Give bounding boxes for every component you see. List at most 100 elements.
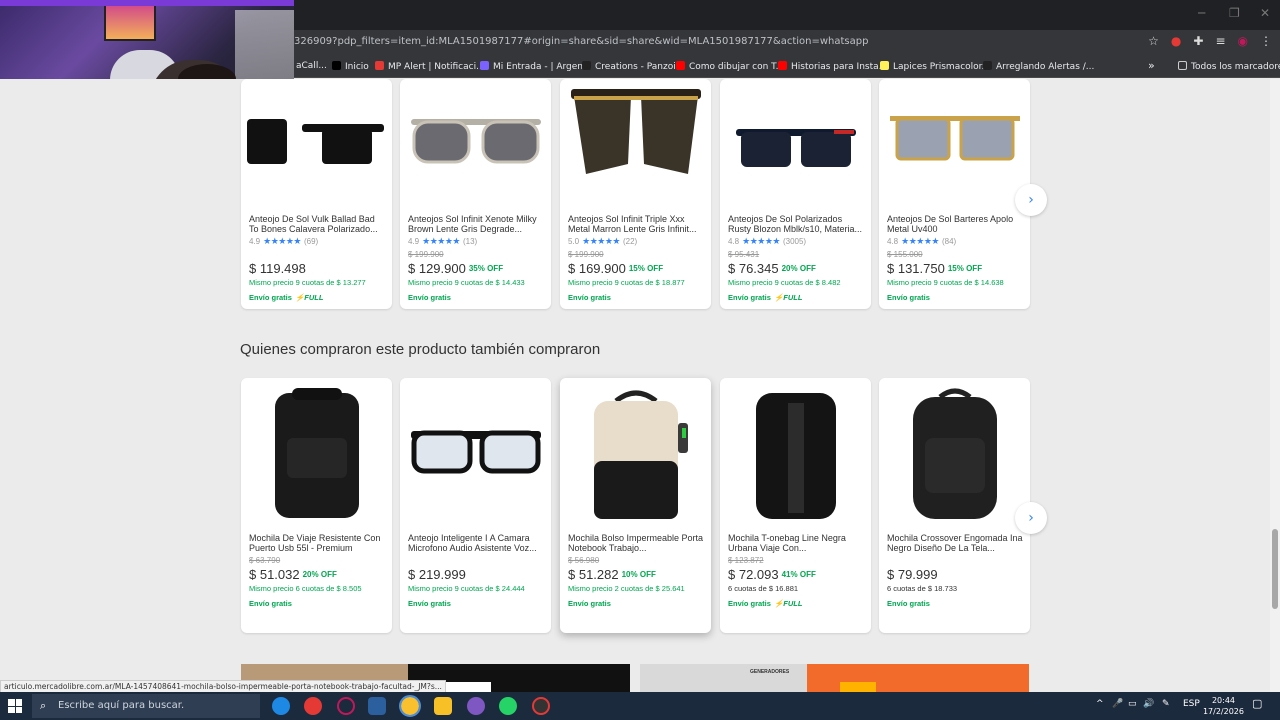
taskbar-search-input[interactable]: ⌕ Escribe aquí para buscar. — [32, 694, 260, 718]
x-icon — [332, 61, 341, 70]
more-bookmarks-chevron-icon[interactable]: » — [1148, 59, 1155, 72]
bookmark-item[interactable]: Como dibujar con T... — [676, 61, 784, 72]
product-price: $ 131.750 15% OFF — [887, 261, 983, 276]
bookmark-item[interactable]: MP Alert | Notificaci... — [375, 61, 485, 72]
volume-icon[interactable]: 🔊 — [1143, 699, 1154, 709]
product-image — [560, 378, 711, 528]
maximize-icon[interactable]: ❐ — [1229, 6, 1240, 20]
product-installments: Mismo precio 2 cuotas de $ 25.641 — [568, 584, 685, 593]
bookmark-item[interactable]: Historias para Insta... — [778, 61, 887, 72]
discord-icon[interactable] — [467, 697, 485, 715]
product-card[interactable]: Anteojo De Sol Vulk Ballad Bad To Bones … — [241, 79, 392, 309]
microphone-icon[interactable]: 🎤 — [1112, 699, 1123, 709]
pen-icon[interactable]: ✎ — [1162, 699, 1170, 709]
profile-avatar-icon[interactable]: ◉ — [1238, 34, 1248, 48]
product-card[interactable]: Anteojo Inteligente I A Camara Microfono… — [400, 378, 551, 633]
youtube-icon — [778, 61, 787, 70]
product-title[interactable]: Anteojos Sol Infinit Triple Xxx Metal Ma… — [568, 214, 705, 234]
product-shipping: Envío gratis — [568, 599, 611, 608]
product-shipping: Envío gratis ⚡FULL — [728, 293, 803, 302]
star-rating-icon: ★★★★★ — [901, 236, 939, 246]
product-rating: 4.8 ★★★★★ (84) — [887, 236, 957, 246]
product-title[interactable]: Anteojos De Sol Polarizados Rusty Blozon… — [728, 214, 865, 234]
product-card[interactable]: Mochila Crossover Engomada Ina Negro Dis… — [879, 378, 1030, 633]
product-image — [720, 79, 871, 209]
opera-gx-icon[interactable] — [337, 697, 355, 715]
extensions-puzzle-icon[interactable]: ✚ — [1193, 34, 1203, 48]
product-card[interactable]: Anteojos De Sol Barteres Apolo Metal Uv4… — [879, 79, 1030, 309]
bookmark-item[interactable]: Lapices Prismacolor... — [880, 61, 990, 72]
bookmark-star-icon[interactable]: ☆ — [1148, 34, 1159, 48]
edge-icon[interactable] — [272, 697, 290, 715]
store-icon[interactable] — [368, 697, 386, 715]
product-installments: Mismo precio 9 cuotas de $ 24.444 — [408, 584, 525, 593]
product-installments: Mismo precio 9 cuotas de $ 8.482 — [728, 278, 841, 287]
media-control-icon[interactable]: ≡ — [1215, 34, 1225, 48]
product-shipping: Envío gratis ⚡FULL — [249, 293, 324, 302]
menu-dots-icon[interactable]: ⋮ — [1260, 34, 1272, 48]
product-installments: 6 cuotas de $ 16.881 — [728, 584, 799, 593]
whatsapp-icon[interactable] — [499, 697, 517, 715]
close-icon[interactable]: ✕ — [1260, 6, 1270, 20]
product-price: $ 219.999 — [408, 567, 466, 582]
star-rating-icon: ★★★★★ — [422, 236, 460, 246]
product-shipping: Envío gratis — [408, 293, 451, 302]
all-bookmarks-folder[interactable]: Todos los marcadores — [1178, 61, 1280, 72]
star-rating-icon: ★★★★★ — [582, 236, 620, 246]
obs-icon[interactable] — [532, 697, 550, 715]
product-card[interactable]: Anteojos Sol Infinit Triple Xxx Metal Ma… — [560, 79, 711, 309]
full-lightning-icon: ⚡FULL — [773, 293, 803, 302]
tray-expand-chevron-icon[interactable]: ^ — [1096, 699, 1104, 709]
product-title[interactable]: Anteojos Sol Infinit Xenote Milky Brown … — [408, 214, 545, 234]
bookmark-item[interactable]: Mi Entrada - | Argen... — [480, 61, 592, 72]
product-image — [241, 79, 392, 209]
opera-icon[interactable] — [304, 697, 322, 715]
panzoid-icon — [582, 61, 591, 70]
ticket-icon — [480, 61, 489, 70]
language-indicator[interactable]: ESP — [1183, 699, 1200, 709]
product-image — [560, 79, 711, 209]
windows-start-icon[interactable] — [8, 699, 22, 713]
product-card[interactable]: Mochila T-onebag Line Negra Urbana Viaje… — [720, 378, 871, 633]
product-rating: 4.9 ★★★★★ (69) — [249, 236, 319, 246]
bookmark-item[interactable]: Creations - Panzoid — [582, 61, 681, 72]
product-title[interactable]: Anteojos De Sol Barteres Apolo Metal Uv4… — [887, 214, 1024, 234]
product-title[interactable]: Anteojo Inteligente I A Camara Microfono… — [408, 533, 545, 553]
page-scrollbar[interactable] — [1270, 79, 1280, 692]
product-title[interactable]: Mochila Crossover Engomada Ina Negro Dis… — [887, 533, 1024, 553]
product-card[interactable]: Mochila De Viaje Resistente Con Puerto U… — [241, 378, 392, 633]
minimize-icon[interactable]: ─ — [1198, 6, 1205, 20]
product-title[interactable]: Mochila T-onebag Line Negra Urbana Viaje… — [728, 533, 865, 553]
product-title[interactable]: Mochila De Viaje Resistente Con Puerto U… — [249, 533, 386, 553]
product-shipping: Envío gratis — [568, 293, 611, 302]
bookmark-item[interactable]: aCall... — [296, 61, 327, 71]
record-extension-icon[interactable]: ● — [1171, 34, 1181, 48]
product-title[interactable]: Anteojo De Sol Vulk Ballad Bad To Bones … — [249, 214, 386, 234]
url-text[interactable]: 326909?pdp_filters=item_id:MLA1501987177… — [294, 36, 868, 47]
carousel-next-chevron-icon[interactable]: › — [1015, 184, 1047, 216]
product-card[interactable]: Mochila Bolso Impermeable Porta Notebook… — [560, 378, 711, 633]
taskbar-clock[interactable]: 20:44 17/2/2026 — [1203, 695, 1244, 717]
product-title[interactable]: Mochila Bolso Impermeable Porta Notebook… — [568, 533, 705, 553]
promo-banner[interactable]: GENERADORES — [640, 664, 1029, 692]
bookmark-item[interactable]: Inicio — [332, 61, 369, 72]
network-icon[interactable]: ▭ — [1128, 699, 1137, 709]
product-card[interactable]: Anteojos De Sol Polarizados Rusty Blozon… — [720, 79, 871, 309]
file-explorer-icon[interactable] — [434, 697, 452, 715]
product-shipping: Envío gratis ⚡FULL — [728, 599, 803, 608]
product-image — [400, 378, 551, 528]
bookmark-item[interactable]: Arreglando Alertas /... — [983, 61, 1094, 72]
product-price: $ 169.900 15% OFF — [568, 261, 664, 276]
page-icon — [983, 61, 992, 70]
notifications-icon[interactable]: ▢ — [1252, 697, 1262, 710]
product-old-price: $ 123.872 — [728, 556, 764, 565]
folder-icon — [1178, 61, 1187, 70]
product-rating: 4.8 ★★★★★ (3005) — [728, 236, 807, 246]
product-price: $ 79.999 — [887, 567, 938, 582]
chrome-icon[interactable] — [399, 695, 421, 717]
product-old-price — [249, 250, 386, 260]
product-card[interactable]: Anteojos Sol Infinit Xenote Milky Brown … — [400, 79, 551, 309]
product-shipping: Envío gratis — [249, 599, 292, 608]
carousel-next-chevron-icon[interactable]: › — [1015, 502, 1047, 534]
product-installments: Mismo precio 9 cuotas de $ 14.433 — [408, 278, 525, 287]
